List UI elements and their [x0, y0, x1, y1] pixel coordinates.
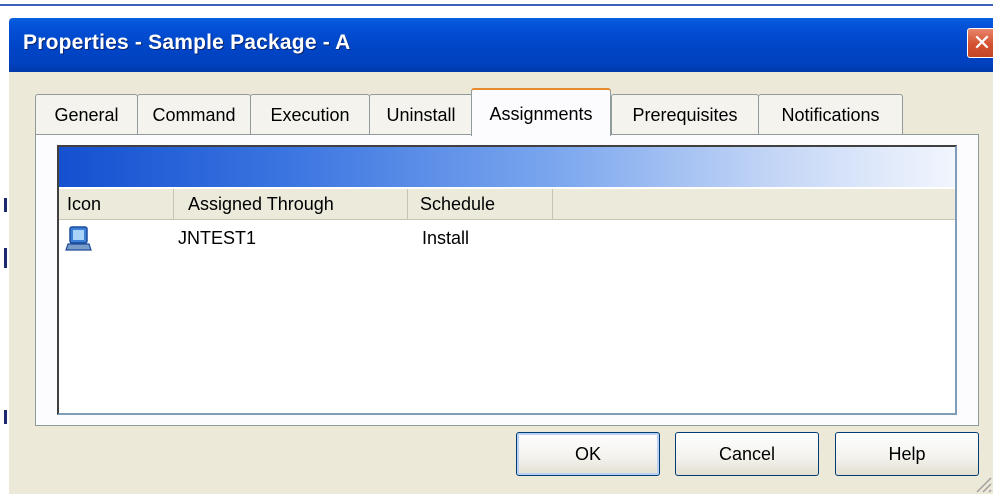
- help-button-label: Help: [888, 444, 926, 464]
- column-header-label: Assigned Through: [188, 194, 334, 214]
- tab-label: Uninstall: [386, 105, 456, 125]
- tab-execution[interactable]: Execution: [250, 94, 370, 134]
- tab-command[interactable]: Command: [137, 94, 251, 134]
- close-button[interactable]: ✕: [967, 28, 993, 58]
- tab-uninstall[interactable]: Uninstall: [369, 94, 473, 134]
- tab-label: Execution: [270, 105, 350, 125]
- title-bar[interactable]: Properties - Sample Package - A ✕: [9, 18, 993, 72]
- schedule-value: Install: [422, 228, 470, 248]
- table-row[interactable]: JNTEST1 Install: [59, 222, 955, 254]
- tab-notifications[interactable]: Notifications: [758, 94, 903, 134]
- ok-button[interactable]: OK: [516, 432, 660, 476]
- ok-button-label: OK: [574, 444, 601, 464]
- tab-label: Notifications: [781, 105, 880, 125]
- assignments-list[interactable]: Icon Assigned Through Schedule JNTEST1 I…: [57, 145, 957, 415]
- edge-mark: [4, 198, 7, 212]
- background-window-edge: [0, 6, 9, 494]
- resize-grip-icon[interactable]: [971, 472, 993, 494]
- monitor-icon: [65, 226, 92, 251]
- tab-label: Assignments: [489, 104, 593, 124]
- edge-mark: [4, 410, 7, 424]
- tab-general[interactable]: General: [35, 94, 138, 134]
- close-icon: ✕: [972, 30, 992, 55]
- column-header-assigned-through[interactable]: Assigned Through: [174, 189, 408, 219]
- window-title: Properties - Sample Package - A: [23, 31, 351, 54]
- assigned-through-value: JNTEST1: [178, 228, 257, 248]
- list-banner: [59, 147, 955, 187]
- cancel-button-label: Cancel: [718, 444, 776, 464]
- tab-label: General: [54, 105, 119, 125]
- tab-label: Prerequisites: [632, 105, 738, 125]
- help-button[interactable]: Help: [835, 432, 979, 476]
- tab-label: Command: [152, 105, 236, 125]
- column-header-schedule[interactable]: Schedule: [408, 189, 553, 219]
- cancel-button[interactable]: Cancel: [675, 432, 819, 476]
- column-header-label: Icon: [67, 194, 102, 214]
- properties-dialog: Properties - Sample Package - A ✕ Genera…: [9, 18, 993, 494]
- column-header-icon[interactable]: Icon: [59, 189, 174, 219]
- column-header-label: Schedule: [420, 194, 496, 214]
- tab-assignments[interactable]: Assignments: [471, 88, 611, 136]
- tab-prerequisites[interactable]: Prerequisites: [611, 94, 759, 134]
- edge-mark: [4, 248, 7, 268]
- column-header-row: Icon Assigned Through Schedule: [59, 189, 955, 220]
- window-top-edge: [0, 0, 993, 6]
